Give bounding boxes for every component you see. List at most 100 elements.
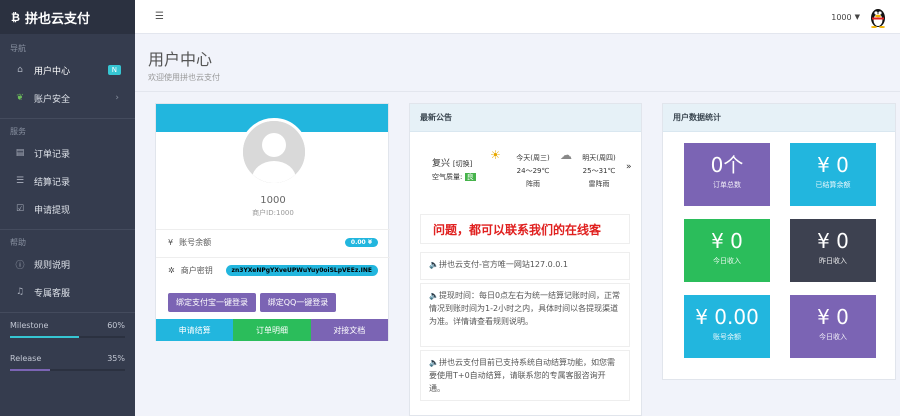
weather-switch-link[interactable]: [切换]: [453, 160, 472, 168]
stat-value: ¥ 0: [817, 153, 849, 177]
weather-tomorrow-label: 明天(周四): [582, 154, 616, 162]
sidebar-item-label: 用户中心: [34, 66, 71, 77]
sidebar-item-label: 结算记录: [34, 177, 71, 188]
progress-value: 60%: [107, 321, 125, 330]
sidebar-item-label: 申请提现: [34, 205, 71, 216]
sidebar-item-user-center[interactable]: ⌂ 用户中心 N: [0, 56, 135, 84]
stat-label: 今日收入: [713, 257, 741, 265]
stat-order-total[interactable]: 0个 订单总数: [684, 143, 770, 206]
info-icon: ⓘ: [15, 260, 25, 271]
sidebar-item-settlements[interactable]: ☰ 结算记录: [0, 167, 135, 195]
progress-label: Milestone: [10, 321, 49, 330]
stat-today-income-2[interactable]: ¥ 0 今日收入: [790, 295, 876, 358]
page-title: 用户中心: [148, 50, 213, 69]
weather-today: 今天(周三) 24～29℃ 阵雨: [506, 152, 560, 191]
topbar: ☰ 1000 ▼: [135, 0, 900, 34]
app-logo[interactable]: ₿ 拼也云支付: [0, 0, 135, 34]
key-row: ✲ 商户密钥 zn3YXeNPgYXveUPWuYuy0oiSLpVEEz.IN…: [156, 257, 390, 283]
chevron-down-icon: ▼: [854, 13, 860, 21]
stats-title: 用户数据统计: [663, 104, 895, 132]
bitcoin-icon: ₿: [11, 10, 20, 24]
gear-icon: ✲: [168, 266, 175, 275]
profile-tabs: 申请结算 订单明细 对接文档: [156, 319, 388, 341]
app-title: 拼也云支付: [25, 11, 91, 27]
sidebar-item-orders[interactable]: ▤ 订单记录: [0, 139, 135, 167]
divider: [0, 118, 135, 119]
sidebar-item-withdraw[interactable]: ☑ 申请提现: [0, 195, 135, 223]
sidebar-item-account-security[interactable]: ❦ 账户安全 ›: [0, 84, 135, 112]
progress-track: [10, 369, 125, 371]
tab-apply-settlement[interactable]: 申请结算: [156, 319, 234, 341]
balance-row: ¥ 账号余额 0.00 ¥: [156, 229, 390, 255]
weather-widget: 复兴 [切换] 空气质量: 良 ☀ 今天(周三) 24～29℃ 阵雨 ☁ 明天(…: [432, 148, 632, 196]
stat-account-balance[interactable]: ¥ 0.00 账号余额: [684, 295, 770, 358]
sun-cloud-icon: ☀: [490, 148, 501, 162]
profile-uid: 商户ID:1000: [252, 209, 294, 217]
weather-more-icon[interactable]: »: [626, 162, 632, 172]
stat-label: 昨日收入: [819, 257, 847, 265]
stat-value: ¥ 0.00: [695, 305, 759, 329]
header-divider: [135, 91, 900, 92]
avatar: [240, 118, 308, 186]
divider: [0, 312, 135, 313]
stat-yesterday-income[interactable]: ¥ 0 昨日收入: [790, 219, 876, 282]
air-quality-value: 良: [464, 173, 476, 181]
milestone-progress: Milestone 60%: [0, 321, 135, 338]
list-icon: ▤: [15, 148, 25, 158]
sidebar-item-support[interactable]: ♫ 专属客服: [0, 278, 135, 306]
progress-fill: [10, 336, 79, 338]
sidebar: ₿ 拼也云支付 导航 ⌂ 用户中心 N ❦ 账户安全 › 服务 ▤ 订单记录 ☰…: [0, 0, 135, 416]
marquee: 问题，都可以联系我们的在线客: [420, 214, 630, 244]
home-icon: ⌂: [17, 65, 23, 75]
bell-icon: ♫: [15, 287, 25, 297]
announcement-item: 🔈拼也云支付-官方唯一网站127.0.0.1: [420, 252, 630, 280]
weather-tomorrow-desc: 雷阵雨: [588, 180, 610, 188]
stat-settled-balance[interactable]: ¥ 0 已结算余额: [790, 143, 876, 206]
stat-value: 0个: [710, 153, 744, 177]
page-subtitle: 欢迎使用拼也云支付: [148, 73, 220, 82]
menu-toggle-icon[interactable]: ☰: [155, 11, 164, 22]
stat-value: ¥ 0: [817, 229, 849, 253]
stat-label: 已结算余额: [815, 181, 851, 189]
page-header: 用户中心 欢迎使用拼也云支付: [148, 46, 220, 83]
weather-city-name: 复兴: [432, 159, 451, 169]
stat-label: 订单总数: [713, 181, 741, 189]
merchant-key[interactable]: zn3YXeNPgYXveUPWuYuy0oiSLpVEEz.INE: [225, 265, 378, 276]
weather-today-desc: 阵雨: [526, 180, 540, 188]
bind-qq-button[interactable]: 绑定QQ一键登录: [260, 293, 336, 312]
air-quality: 空气质量: 良: [432, 172, 476, 182]
qq-penguin-icon: [868, 6, 888, 28]
tab-order-details[interactable]: 订单明细: [233, 319, 311, 341]
yen-icon: ¥: [168, 238, 174, 247]
sidebar-item-label: 规则说明: [34, 260, 71, 271]
profile-card: 1000 商户ID:1000 ¥ 账号余额 0.00 ¥ ✲ 商户密钥 zn3Y…: [155, 103, 390, 341]
section-nav-label: 导航: [10, 44, 26, 53]
bind-alipay-button[interactable]: 绑定支付宝一键登录: [168, 293, 256, 312]
thunder-cloud-icon: ☁: [560, 148, 572, 162]
stat-today-income[interactable]: ¥ 0 今日收入: [684, 219, 770, 282]
user-menu[interactable]: 1000 ▼: [831, 6, 888, 28]
leaf-icon: ❦: [16, 93, 24, 103]
tab-api-docs[interactable]: 对接文档: [310, 319, 388, 341]
progress-value: 35%: [107, 354, 125, 363]
progress-track: [10, 336, 125, 338]
release-progress: Release 35%: [0, 354, 135, 371]
sidebar-item-rules[interactable]: ⓘ 规则说明: [0, 250, 135, 278]
balance-value: 0.00 ¥: [344, 238, 378, 247]
new-badge: N: [107, 65, 121, 75]
progress-label: Release: [10, 354, 42, 363]
sidebar-item-label: 订单记录: [34, 149, 71, 160]
notice-title: 最新公告: [410, 104, 641, 132]
stat-value: ¥ 0: [817, 305, 849, 329]
weather-today-label: 今天(周三): [516, 154, 550, 162]
key-label: 商户密钥: [180, 266, 213, 275]
weather-tomorrow: 明天(周四) 25～31℃ 雷阵雨: [572, 152, 626, 191]
announcement-item: 🔈拼也云支付目前已支持系统自动结算功能，如您需要使用T+0自动结算，请联系您的专…: [420, 350, 630, 401]
weather-tomorrow-temp: 25～31℃: [582, 167, 616, 175]
username: 1000: [831, 12, 852, 22]
weather-today-temp: 24～29℃: [516, 167, 550, 175]
announcement-item: 🔈提现时间：每日0点左右为统一结算记账时间，正常情况到账时间为1-2小时之内，具…: [420, 283, 630, 347]
weather-city: 复兴 [切换]: [432, 156, 472, 169]
sidebar-item-label: 账户安全: [34, 94, 71, 105]
progress-fill: [10, 369, 51, 371]
